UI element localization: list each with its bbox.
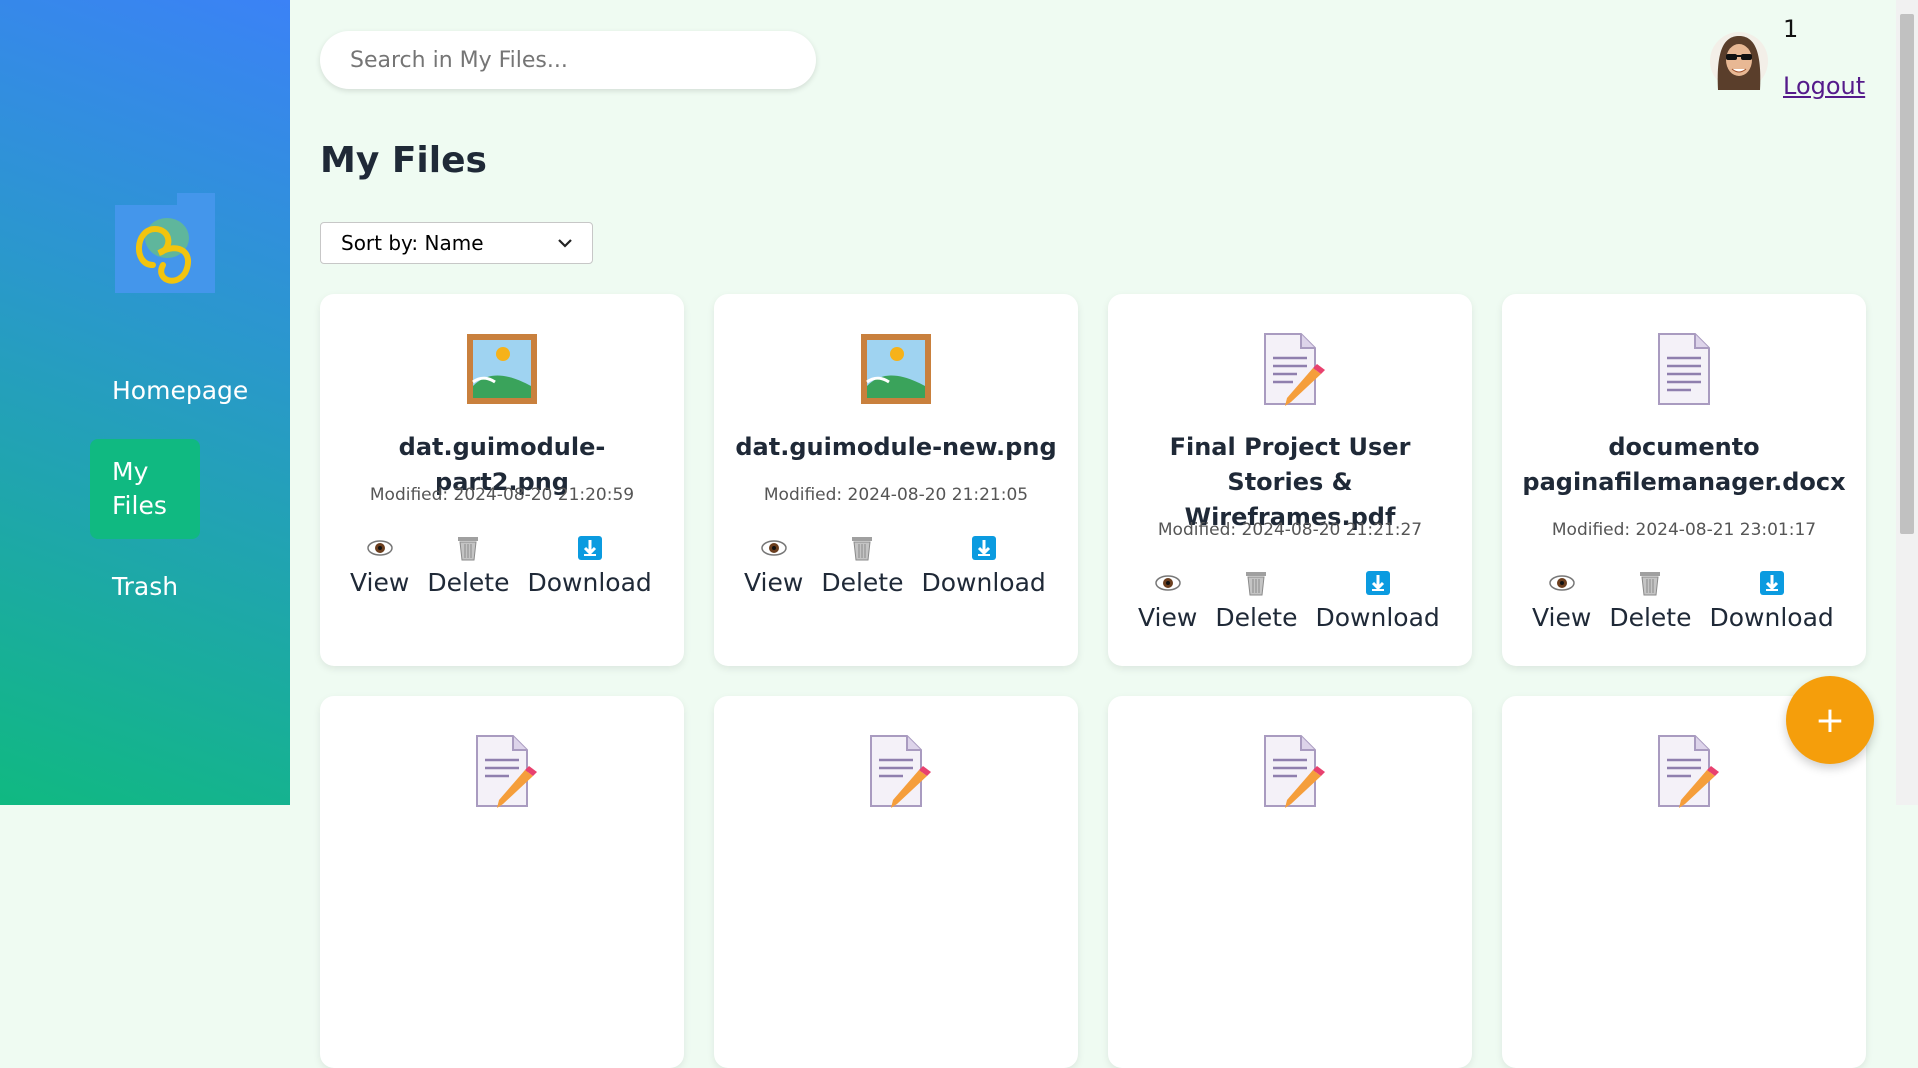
file-card[interactable]: documento paginafilemanager.docx Modifie…	[1502, 294, 1866, 666]
eye-icon	[760, 534, 788, 562]
sidebar-item-my-files[interactable]: My Files	[90, 439, 200, 539]
sort-select-label: Sort by: Name	[341, 231, 484, 255]
view-label: View	[350, 568, 410, 597]
file-card[interactable]	[1108, 696, 1472, 1068]
delete-label: Delete	[1215, 603, 1298, 632]
view-label: View	[1532, 603, 1592, 632]
file-modified: Modified: 2024-08-20 21:20:59	[369, 485, 635, 505]
document-pencil-icon	[476, 735, 537, 808]
trash-icon	[1636, 569, 1664, 597]
scrollbar-thumb[interactable]	[1900, 14, 1914, 534]
document-pencil-icon	[1264, 333, 1325, 406]
download-button[interactable]: Download	[1709, 569, 1834, 632]
file-modified: Modified: 2024-08-21 23:01:17	[1551, 520, 1817, 540]
document-icon	[1658, 333, 1710, 405]
sidebar-item-homepage[interactable]: Homepage	[90, 374, 270, 408]
file-modified: Modified: 2024-08-20 21:21:05	[763, 485, 1029, 505]
delete-button[interactable]: Delete	[1215, 569, 1297, 632]
trash-icon	[848, 534, 876, 562]
file-actions: View Delete Download	[1532, 569, 1834, 632]
sort-select[interactable]: Sort by: Name	[320, 222, 593, 264]
view-label: View	[744, 568, 804, 597]
delete-label: Delete	[1609, 603, 1692, 632]
file-actions: View Delete Download	[350, 534, 652, 597]
view-label: View	[1138, 603, 1198, 632]
eye-icon	[1154, 569, 1182, 597]
file-modified: Modified: 2024-08-20 21:21:27	[1157, 520, 1423, 540]
file-actions: View Delete Download	[1138, 569, 1440, 632]
download-label: Download	[1709, 603, 1834, 632]
document-pencil-icon	[1264, 735, 1325, 808]
view-button[interactable]: View	[1532, 569, 1591, 632]
chevron-down-icon	[558, 239, 572, 248]
delete-label: Delete	[821, 568, 904, 597]
file-card[interactable]	[320, 696, 684, 1068]
file-name: documento paginafilemanager.docx	[1522, 433, 1846, 496]
image-file-icon	[861, 334, 931, 404]
file-name: dat.guimodule-new.png	[735, 433, 1057, 461]
trash-icon	[454, 534, 482, 562]
app-logo-icon	[115, 193, 215, 293]
file-card[interactable]: dat.guimodule-part2.png Modified: 2024-0…	[320, 294, 684, 666]
file-card[interactable]: Final Project User Stories & Wireframes.…	[1108, 294, 1472, 666]
delete-button[interactable]: Delete	[427, 534, 509, 597]
download-icon	[1758, 569, 1786, 597]
sidebar: Homepage My Files Trash	[0, 0, 290, 805]
view-button[interactable]: View	[350, 534, 409, 597]
main-content: 1 Logout My Files Sort by: Name dat.guim…	[290, 0, 1896, 1068]
view-button[interactable]: View	[744, 534, 803, 597]
image-file-icon	[467, 334, 537, 404]
trash-icon	[1242, 569, 1270, 597]
sidebar-item-trash[interactable]: Trash	[90, 570, 200, 604]
document-pencil-icon	[870, 735, 931, 808]
view-button[interactable]: View	[1138, 569, 1197, 632]
file-card[interactable]: dat.guimodule-new.png Modified: 2024-08-…	[714, 294, 1078, 666]
delete-label: Delete	[427, 568, 510, 597]
eye-icon	[1548, 569, 1576, 597]
delete-button[interactable]: Delete	[1609, 569, 1691, 632]
download-button[interactable]: Download	[921, 534, 1046, 597]
scrollbar[interactable]	[1896, 0, 1918, 805]
file-actions: View Delete Download	[744, 534, 1046, 597]
download-button[interactable]: Download	[1315, 569, 1440, 632]
download-label: Download	[527, 568, 652, 597]
download-icon	[576, 534, 604, 562]
page-title: My Files	[320, 140, 487, 181]
logout-link[interactable]: Logout	[1783, 72, 1865, 100]
document-pencil-icon	[1658, 735, 1719, 808]
download-icon	[970, 534, 998, 562]
download-icon	[1364, 569, 1392, 597]
user-id: 1	[1783, 15, 1799, 43]
download-label: Download	[1315, 603, 1440, 632]
download-button[interactable]: Download	[527, 534, 652, 597]
search-input[interactable]	[320, 31, 816, 89]
download-label: Download	[921, 568, 1046, 597]
delete-button[interactable]: Delete	[821, 534, 903, 597]
add-file-button[interactable]: +	[1786, 676, 1874, 764]
eye-icon	[366, 534, 394, 562]
avatar[interactable]	[1710, 30, 1768, 92]
file-card[interactable]	[714, 696, 1078, 1068]
